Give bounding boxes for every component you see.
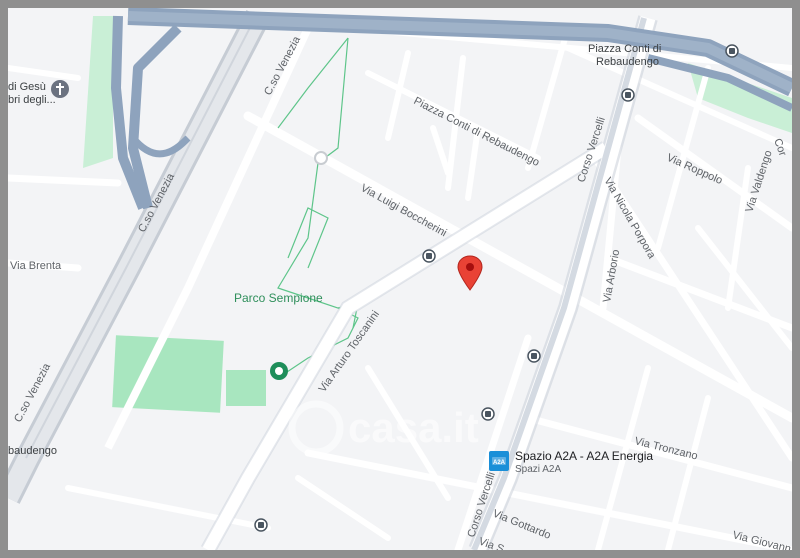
poi-subtitle: Spazi A2A — [515, 464, 561, 475]
poi-icon-text: A2A — [493, 460, 506, 466]
street-label: Piazza Conti di — [588, 43, 661, 55]
place-label: di Gesù — [8, 81, 46, 93]
bus-stop-icon[interactable] — [254, 518, 268, 532]
poi-a2a-icon[interactable]: A2A — [489, 451, 509, 471]
bus-stop-icon[interactable] — [527, 349, 541, 363]
map-frame: A2A casa.it Parco Sempione Spazio A2A - … — [0, 0, 800, 558]
area-label: baudengo — [8, 445, 57, 457]
street-label: Via Brenta — [10, 260, 62, 272]
park-label: Parco Sempione — [234, 291, 323, 305]
map-svg: A2A casa.it Parco Sempione Spazio A2A - … — [8, 8, 792, 550]
watermark-text: casa.it — [348, 404, 479, 451]
poi-name[interactable]: Spazio A2A - A2A Energia — [515, 449, 653, 463]
bus-stop-icon[interactable] — [621, 88, 635, 102]
park-marker-icon[interactable] — [270, 362, 288, 380]
place-label: bri degli... — [8, 94, 56, 106]
bus-stop-icon[interactable] — [481, 407, 495, 421]
map-canvas[interactable]: A2A casa.it Parco Sempione Spazio A2A - … — [8, 8, 792, 550]
sports-field-2 — [226, 370, 266, 406]
street-label: Rebaudengo — [596, 56, 659, 68]
bus-stop-icon[interactable] — [422, 249, 436, 263]
bus-stop-icon[interactable] — [725, 44, 739, 58]
